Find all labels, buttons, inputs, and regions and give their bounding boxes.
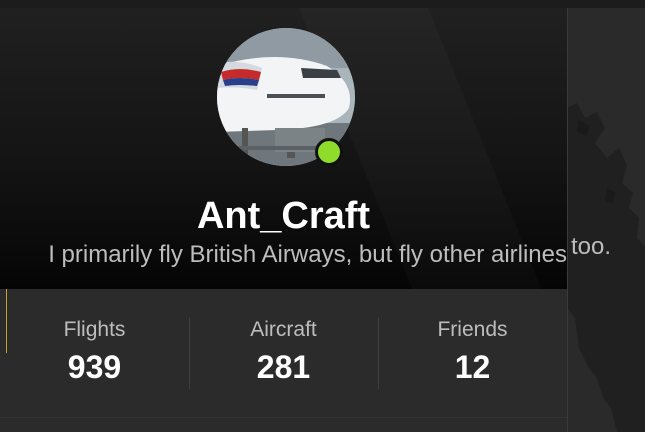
avatar-container[interactable] bbox=[217, 28, 355, 166]
profile-bio-text: I primarily fly British Airways, but fly… bbox=[48, 241, 567, 268]
card-divider bbox=[0, 417, 567, 418]
online-status-indicator bbox=[315, 138, 343, 166]
map-landmass-icon bbox=[567, 103, 645, 432]
username: Ant_Craft bbox=[196, 195, 371, 237]
profile-bio: I primarily fly British Airways, but fly… bbox=[0, 240, 567, 270]
stats-bar: Flights 939 Aircraft 281 Friends 12 bbox=[0, 313, 567, 393]
profile-hero: Ant_Craft I primarily fly British Airway… bbox=[0, 8, 567, 289]
profile-page: Ant_Craft I primarily fly British Airway… bbox=[0, 0, 645, 432]
stat-label: Friends bbox=[437, 318, 508, 341]
stat-label: Aircraft bbox=[250, 318, 317, 341]
stat-friends[interactable]: Friends 12 bbox=[378, 313, 567, 393]
profile-bio-overflow: too. bbox=[571, 233, 612, 260]
stat-label: Flights bbox=[63, 318, 126, 341]
stat-value: 12 bbox=[454, 349, 491, 385]
profile-card: Ant_Craft I primarily fly British Airway… bbox=[0, 8, 568, 432]
stat-flights[interactable]: Flights 939 bbox=[0, 313, 189, 393]
stat-aircraft[interactable]: Aircraft 281 bbox=[189, 313, 378, 393]
stat-value: 939 bbox=[67, 349, 122, 385]
stat-value: 281 bbox=[256, 349, 311, 385]
map-panel[interactable] bbox=[567, 8, 645, 432]
